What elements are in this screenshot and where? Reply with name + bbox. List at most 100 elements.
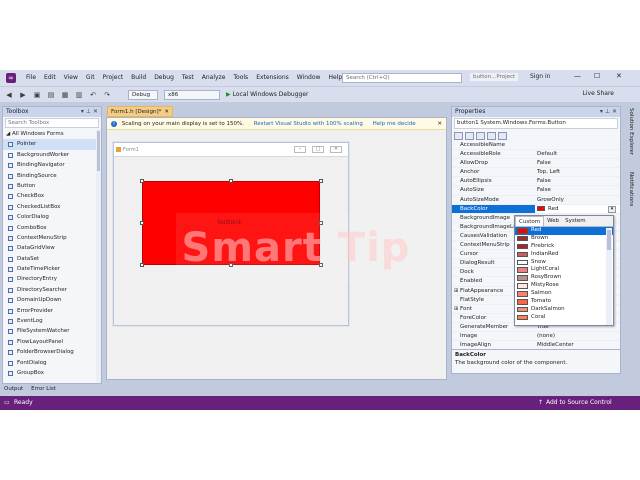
panel-pin-close-icons[interactable]: ▾ ⊥ ✕: [600, 107, 617, 117]
resize-handle[interactable]: [319, 221, 323, 225]
toolbox-item-datetimepicker[interactable]: DateTimePicker: [3, 264, 101, 274]
restart-scaling-link[interactable]: Restart Visual Studio with 100% scaling: [254, 121, 363, 127]
properties-icon[interactable]: [476, 131, 485, 140]
sign-in-link[interactable]: Sign in: [530, 73, 550, 80]
designer-surface[interactable]: i Scaling on your main display is set to…: [106, 117, 447, 380]
save-icon[interactable]: ▦: [60, 90, 70, 100]
menu-edit[interactable]: Edit: [40, 70, 60, 86]
color-option-darksalmon[interactable]: DarkSalmon: [515, 306, 613, 314]
toolbox-item-folderbrowserdialog[interactable]: FolderBrowserDialog: [3, 347, 101, 357]
toolbox-item-filesystemwatcher[interactable]: FileSystemWatcher: [3, 326, 101, 336]
search-input[interactable]: Search (Ctrl+Q): [342, 73, 462, 83]
color-option-red[interactable]: Red: [515, 227, 613, 235]
color-tab-custom[interactable]: Custom: [515, 216, 545, 226]
save-all-icon[interactable]: ▥: [74, 90, 84, 100]
toolbox-item-eventlog[interactable]: EventLog: [3, 316, 101, 326]
platform-select[interactable]: x86: [164, 89, 220, 100]
live-share-button[interactable]: Live Share: [583, 90, 614, 97]
toolbox-item-checkedlistbox[interactable]: CheckedListBox: [3, 202, 101, 212]
open-icon[interactable]: ▤: [46, 90, 56, 100]
categorized-icon[interactable]: [454, 131, 463, 140]
button1-control[interactable]: button1: [142, 181, 320, 265]
expand-icon[interactable]: ⊞: [454, 287, 458, 296]
toolbox-item-bindingnavigator[interactable]: BindingNavigator: [3, 160, 101, 170]
color-option-lightcoral[interactable]: LightCoral: [515, 266, 613, 274]
property-row-backcolor[interactable]: BackColor Red ▾: [452, 204, 620, 214]
menu-test[interactable]: Test: [178, 70, 198, 86]
color-option-mistyrose[interactable]: MistyRose: [515, 282, 613, 290]
property-row-allowdrop[interactable]: AllowDrop False: [452, 159, 620, 169]
toolbox-item-directorysearcher[interactable]: DirectorySearcher: [3, 285, 101, 295]
maximize-icon[interactable]: ☐: [594, 72, 600, 80]
menu-debug[interactable]: Debug: [150, 70, 178, 86]
toolbox-group-header[interactable]: ◢ All Windows Forms: [3, 129, 101, 139]
property-value[interactable]: [535, 141, 620, 149]
menu-analyze[interactable]: Analyze: [198, 70, 230, 86]
toolbox-item-datagridview[interactable]: DataGridView: [3, 243, 101, 253]
toolbox-item-dataset[interactable]: DataSet: [3, 254, 101, 264]
close-icon[interactable]: ✕: [616, 72, 622, 80]
color-option-rosybrown[interactable]: RosyBrown: [515, 274, 613, 282]
menu-file[interactable]: File: [22, 70, 40, 86]
toolbox-item-bindingsource[interactable]: BindingSource: [3, 171, 101, 181]
resize-handle[interactable]: [229, 179, 233, 183]
color-option-firebrick[interactable]: Firebrick: [515, 243, 613, 251]
tab-solution-explorer[interactable]: Solution Explorer: [628, 108, 634, 155]
toolbox-item-contextmenustrip[interactable]: ContextMenuStrip: [3, 233, 101, 243]
minimize-icon[interactable]: —: [574, 72, 581, 80]
toolbox-item-button[interactable]: Button: [3, 181, 101, 191]
property-row-autosize[interactable]: AutoSize False: [452, 186, 620, 196]
add-to-source-control-button[interactable]: Add to Source Control: [546, 396, 612, 410]
resize-handle[interactable]: [140, 179, 144, 183]
tab-notifications[interactable]: Notifications: [628, 172, 634, 206]
toolbox-item-errorprovider[interactable]: ErrorProvider: [3, 306, 101, 316]
events-icon[interactable]: [487, 131, 496, 140]
property-row-accessiblerole[interactable]: AccessibleRole Default: [452, 150, 620, 160]
toolbox-item-domainupdown[interactable]: DomainUpDown: [3, 295, 101, 305]
property-value[interactable]: False: [535, 177, 620, 185]
toolbox-item-checkbox[interactable]: CheckBox: [3, 191, 101, 201]
expand-icon[interactable]: ⊞: [454, 305, 458, 314]
toolbox-item-fontdialog[interactable]: FontDialog: [3, 358, 101, 368]
menu-tools[interactable]: Tools: [229, 70, 252, 86]
property-value[interactable]: MiddleCenter: [535, 341, 620, 349]
color-option-coral[interactable]: Coral: [515, 314, 613, 322]
color-tab-web[interactable]: Web: [544, 216, 562, 226]
help-me-decide-link[interactable]: Help me decide: [373, 121, 416, 127]
resize-handle[interactable]: [319, 263, 323, 267]
configuration-select[interactable]: Debug: [128, 89, 158, 100]
color-option-salmon[interactable]: Salmon: [515, 290, 613, 298]
menu-extensions[interactable]: Extensions: [252, 70, 293, 86]
menu-window[interactable]: Window: [293, 70, 325, 86]
toolbox-item-colordialog[interactable]: ColorDialog: [3, 212, 101, 222]
new-item-icon[interactable]: ▣: [32, 90, 42, 100]
alphabetical-icon[interactable]: [465, 131, 474, 140]
info-close-icon[interactable]: ✕: [437, 118, 442, 130]
redo-icon[interactable]: ↷: [102, 90, 112, 100]
dropdown-arrow-icon[interactable]: ▾: [608, 205, 616, 213]
toolbox-item-backgroundworker[interactable]: BackgroundWorker: [3, 150, 101, 160]
property-value[interactable]: Top, Left: [535, 168, 620, 176]
property-row-accessiblename[interactable]: AccessibleName: [452, 141, 620, 151]
toolbox-item-directoryentry[interactable]: DirectoryEntry: [3, 274, 101, 284]
toolbox-search-input[interactable]: Search Toolbox: [5, 118, 99, 128]
color-option-tomato[interactable]: Tomato: [515, 298, 613, 306]
color-option-snow[interactable]: Snow: [515, 259, 613, 267]
color-option-brown[interactable]: Brown: [515, 235, 613, 243]
toolbox-item-flowlayoutpanel[interactable]: FlowLayoutPanel: [3, 337, 101, 347]
property-value[interactable]: False: [535, 159, 620, 167]
color-tab-system[interactable]: System: [562, 216, 589, 226]
property-pages-icon[interactable]: [498, 131, 507, 140]
resize-handle[interactable]: [140, 263, 144, 267]
property-value[interactable]: False: [535, 186, 620, 194]
tab-error-list[interactable]: Error List: [27, 384, 60, 394]
start-debugging-button[interactable]: ▶ Local Windows Debugger: [226, 91, 308, 98]
menu-project[interactable]: Project: [99, 70, 128, 86]
menu-view[interactable]: View: [60, 70, 82, 86]
property-row-autosizemode[interactable]: AutoSizeMode GrowOnly: [452, 196, 620, 205]
forward-icon[interactable]: ▶: [18, 90, 28, 100]
property-value[interactable]: Default: [535, 150, 620, 158]
property-row-anchor[interactable]: Anchor Top, Left: [452, 168, 620, 178]
property-value[interactable]: GrowOnly: [535, 196, 620, 204]
toolbox-item-pointer[interactable]: Pointer: [3, 139, 101, 150]
